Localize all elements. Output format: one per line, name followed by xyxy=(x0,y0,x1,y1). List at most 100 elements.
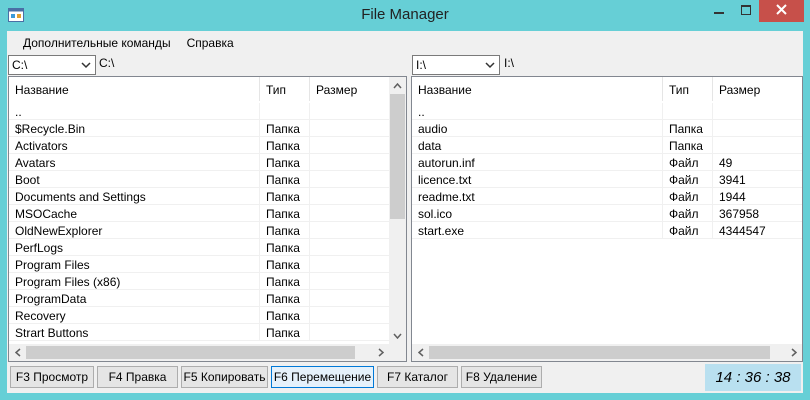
left-drive-value: C:\ xyxy=(12,58,28,72)
menu-help[interactable]: Справка xyxy=(179,31,242,53)
file-type-cell: Папка xyxy=(260,273,310,290)
file-type-cell: Файл xyxy=(663,222,713,239)
file-size-cell xyxy=(310,273,390,290)
scroll-down-icon[interactable] xyxy=(389,327,406,344)
f7-folder-button[interactable]: F7 Каталог xyxy=(377,366,458,388)
minimize-button[interactable] xyxy=(705,0,733,22)
file-row[interactable]: Program Files Папка xyxy=(9,256,390,273)
file-name-cell: Documents and Settings xyxy=(9,188,260,205)
left-vertical-scrollbar[interactable] xyxy=(389,77,406,344)
file-size-cell xyxy=(310,222,390,239)
close-button[interactable] xyxy=(759,0,804,22)
left-horizontal-scrollbar[interactable] xyxy=(9,344,389,361)
file-row[interactable]: $Recycle.Bin Папка xyxy=(9,120,390,137)
f3-view-button[interactable]: F3 Просмотр xyxy=(10,366,94,388)
title-bar[interactable]: File Manager xyxy=(0,0,810,31)
file-row[interactable]: start.exe Файл 4344547 xyxy=(412,222,802,239)
right-drive-select[interactable]: I:\ xyxy=(412,55,500,75)
file-name-cell: OldNewExplorer xyxy=(9,222,260,239)
file-name-cell: data xyxy=(412,137,663,154)
file-name-cell: MSOCache xyxy=(9,205,260,222)
right-rows: .. audio Папка data Папка autorun.inf Файл 49 li… xyxy=(412,103,802,239)
file-name-cell: start.exe xyxy=(412,222,663,239)
file-type-cell: Файл xyxy=(663,154,713,171)
scroll-right-icon[interactable] xyxy=(372,344,389,361)
file-type-cell: Папка xyxy=(260,256,310,273)
file-row[interactable]: ProgramData Папка xyxy=(9,290,390,307)
f8-delete-button[interactable]: F8 Удаление xyxy=(461,366,542,388)
f4-edit-button[interactable]: F4 Правка xyxy=(97,366,178,388)
file-type-cell: Папка xyxy=(260,222,310,239)
file-name-cell: Activators xyxy=(9,137,260,154)
right-horizontal-scrollbar[interactable] xyxy=(412,344,802,361)
file-size-cell: 367958 xyxy=(713,205,802,222)
file-name-cell: audio xyxy=(412,120,663,137)
scroll-up-icon[interactable] xyxy=(389,77,406,94)
file-size-cell xyxy=(310,137,390,154)
left-list-header: Название Тип Размер xyxy=(9,77,390,101)
file-name-cell: ProgramData xyxy=(9,290,260,307)
file-name-cell: autorun.inf xyxy=(412,154,663,171)
file-row[interactable]: Strart Buttons Папка xyxy=(9,324,390,341)
left-vertical-scroll-thumb[interactable] xyxy=(390,94,405,219)
file-type-cell: Папка xyxy=(260,120,310,137)
column-header-type[interactable]: Тип xyxy=(260,77,310,101)
file-type-cell: Файл xyxy=(663,171,713,188)
column-header-name[interactable]: Название xyxy=(412,77,663,101)
close-icon xyxy=(776,4,787,18)
column-header-name[interactable]: Название xyxy=(9,77,260,101)
file-type-cell: Папка xyxy=(260,239,310,256)
file-type-cell: Папка xyxy=(663,137,713,154)
file-type-cell: Папка xyxy=(260,171,310,188)
file-type-cell: Папка xyxy=(260,205,310,222)
file-row[interactable]: autorun.inf Файл 49 xyxy=(412,154,802,171)
left-file-list[interactable]: Название Тип Размер .. $Recycle.Bin Папка A… xyxy=(8,76,407,362)
file-type-cell: Файл xyxy=(663,205,713,222)
f6-move-button[interactable]: F6 Перемещение xyxy=(271,366,374,388)
file-row[interactable]: Recovery Папка xyxy=(9,307,390,324)
file-row[interactable]: Boot Папка xyxy=(9,171,390,188)
file-row[interactable]: sol.ico Файл 367958 xyxy=(412,205,802,222)
right-horizontal-scroll-thumb[interactable] xyxy=(429,346,770,359)
file-row[interactable]: .. xyxy=(412,103,802,120)
file-row[interactable]: audio Папка xyxy=(412,120,802,137)
file-row[interactable]: PerfLogs Папка xyxy=(9,239,390,256)
right-path-label: I:\ xyxy=(504,56,515,70)
left-horizontal-scroll-thumb[interactable] xyxy=(26,346,355,359)
file-type-cell: Папка xyxy=(260,290,310,307)
file-row[interactable]: licence.txt Файл 3941 xyxy=(412,171,802,188)
scroll-left-icon[interactable] xyxy=(412,344,429,361)
column-header-size[interactable]: Размер xyxy=(713,77,802,101)
column-header-type[interactable]: Тип xyxy=(663,77,713,101)
left-path-label: C:\ xyxy=(99,56,115,70)
left-drive-select[interactable]: C:\ xyxy=(8,55,96,75)
scroll-left-icon[interactable] xyxy=(9,344,26,361)
file-row[interactable]: .. xyxy=(9,103,390,120)
file-row[interactable]: Activators Папка xyxy=(9,137,390,154)
file-row[interactable]: Avatars Папка xyxy=(9,154,390,171)
column-header-size[interactable]: Размер xyxy=(310,77,390,101)
file-row[interactable]: OldNewExplorer Папка xyxy=(9,222,390,239)
right-file-list[interactable]: Название Тип Размер .. audio Папка data Папк… xyxy=(411,76,803,362)
file-row[interactable]: MSOCache Папка xyxy=(9,205,390,222)
file-name-cell: .. xyxy=(412,103,663,120)
file-size-cell: 1944 xyxy=(713,188,802,205)
file-row[interactable]: data Папка xyxy=(412,137,802,154)
file-size-cell xyxy=(310,239,390,256)
file-row[interactable]: Documents and Settings Папка xyxy=(9,188,390,205)
file-type-cell xyxy=(260,103,310,120)
file-size-cell xyxy=(310,120,390,137)
maximize-button[interactable] xyxy=(733,0,759,22)
file-row[interactable]: readme.txt Файл 1944 xyxy=(412,188,802,205)
file-size-cell: 4344547 xyxy=(713,222,802,239)
f5-copy-button[interactable]: F5 Копировать xyxy=(181,366,268,388)
file-name-cell: Program Files xyxy=(9,256,260,273)
scroll-right-icon[interactable] xyxy=(785,344,802,361)
file-size-cell xyxy=(310,324,390,341)
file-name-cell: Boot xyxy=(9,171,260,188)
maximize-icon xyxy=(741,4,751,18)
file-size-cell xyxy=(310,307,390,324)
file-size-cell xyxy=(310,154,390,171)
file-row[interactable]: Program Files (x86) Папка xyxy=(9,273,390,290)
menu-additional-commands[interactable]: Дополнительные команды xyxy=(15,31,179,53)
